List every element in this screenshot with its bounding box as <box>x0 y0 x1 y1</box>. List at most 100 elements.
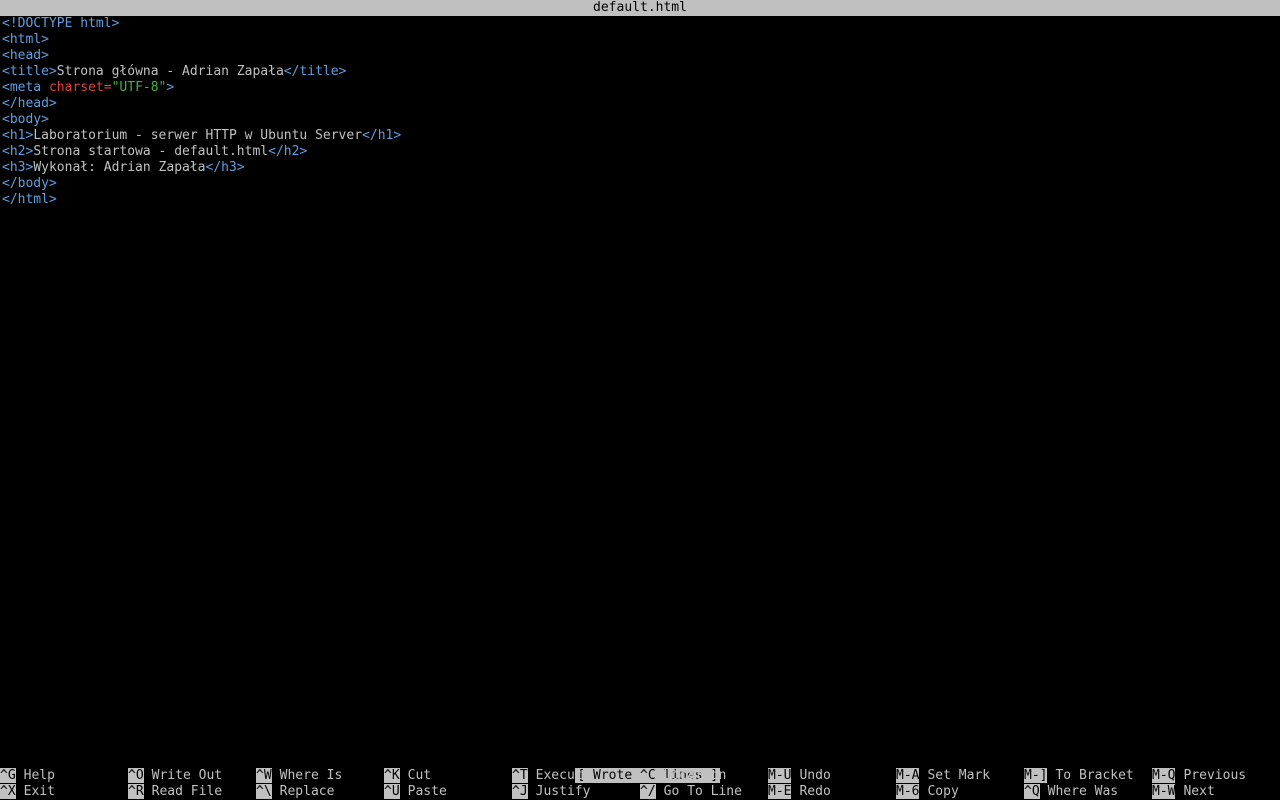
code-token: Strona główna - Adrian Zapała <box>56 64 284 79</box>
code-token: </h1> <box>362 128 402 143</box>
shortcut-label: To Bracket <box>1055 768 1134 783</box>
code-line[interactable]: <body> <box>0 112 1280 128</box>
code-token: Strona startowa - default.html <box>33 144 269 159</box>
code-token: <h1> <box>2 128 34 143</box>
shortcut-label: Copy <box>927 784 959 799</box>
shortcut-execute[interactable]: ^T Execute <box>512 768 590 784</box>
code-line[interactable]: <head> <box>0 48 1280 64</box>
shortcut-cut[interactable]: ^K Cut <box>384 768 431 784</box>
shortcut-label: Paste <box>407 784 447 799</box>
shortcut-key: ^Q <box>1024 784 1040 799</box>
shortcut-label: Next <box>1183 784 1215 799</box>
shortcut-key: M-6 <box>896 784 920 799</box>
shortcut-key: ^\ <box>256 784 272 799</box>
shortcut-label: Justify <box>535 784 591 799</box>
code-token: > <box>166 80 175 95</box>
shortcut-label: Replace <box>279 784 335 799</box>
code-line[interactable]: </head> <box>0 96 1280 112</box>
shortcut-label: Undo <box>799 768 831 783</box>
code-token: <h3> <box>2 160 34 175</box>
code-token: <title> <box>2 64 57 79</box>
code-token: </h2> <box>268 144 308 159</box>
code-line[interactable]: <meta charset="UTF-8"> <box>0 80 1280 96</box>
status-line: [ Wrote 12 lines ] <box>0 752 1280 783</box>
shortcut-previous[interactable]: M-Q Previous <box>1152 768 1246 784</box>
code-token: <meta <box>2 80 49 95</box>
shortcut-key: M-W <box>1152 784 1176 799</box>
shortcut-label: Location <box>663 768 727 783</box>
code-line[interactable]: <!DOCTYPE html> <box>0 16 1280 32</box>
shortcut-label: Exit <box>23 784 55 799</box>
code-token: <h2> <box>2 144 34 159</box>
code-line[interactable]: <title>Strona główna - Adrian Zapała</ti… <box>0 64 1280 80</box>
shortcut-redo[interactable]: M-E Redo <box>768 784 831 800</box>
code-token: charset= <box>48 80 112 95</box>
shortcut-justify[interactable]: ^J Justify <box>512 784 590 800</box>
shortcut-key: M-E <box>768 784 792 799</box>
shortcut-key: ^O <box>128 768 144 783</box>
shortcut-replace[interactable]: ^\ Replace <box>256 784 334 800</box>
shortcut-label: Read File <box>151 784 223 799</box>
shortcut-key: ^R <box>128 784 144 799</box>
shortcut-key: M-] <box>1024 768 1048 783</box>
shortcut-location[interactable]: ^C Location <box>640 768 726 784</box>
shortcut-label: Execute <box>535 768 591 783</box>
code-token: </title> <box>283 64 347 79</box>
code-token: </html> <box>2 192 57 207</box>
shortcut-label: Where Was <box>1047 784 1119 799</box>
shortcut-label: Redo <box>799 784 831 799</box>
code-token: </body> <box>2 176 57 191</box>
code-token: Wykonał: Adrian Zapała <box>33 160 206 175</box>
code-line[interactable]: <h2>Strona startowa - default.html</h2> <box>0 144 1280 160</box>
code-token: <body> <box>2 112 49 127</box>
shortcut-label: Set Mark <box>927 768 991 783</box>
shortcut-help[interactable]: ^G Help <box>0 768 55 784</box>
code-token: Laboratorium - serwer HTTP w Ubuntu Serv… <box>33 128 363 143</box>
code-token: </h3> <box>205 160 245 175</box>
shortcut-key: ^U <box>384 784 400 799</box>
shortcut-key: ^C <box>640 768 656 783</box>
code-line[interactable]: </body> <box>0 176 1280 192</box>
shortcut-label: Go To Line <box>663 784 742 799</box>
file-name: default.html <box>593 0 687 15</box>
shortcut-key: ^J <box>512 784 528 799</box>
shortcut-undo[interactable]: M-U Undo <box>768 768 831 784</box>
shortcut-where-is[interactable]: ^W Where Is <box>256 768 342 784</box>
title-bar: default.html GNU nano 7.2 <box>0 0 1280 47</box>
code-line[interactable]: <h3>Wykonał: Adrian Zapała</h3> <box>0 160 1280 176</box>
shortcut-write-out[interactable]: ^O Write Out <box>128 768 222 784</box>
shortcut-row-1: ^G Help ^O Write Out ^W Where Is ^K Cut ^T Execut… <box>0 768 1280 784</box>
shortcut-key: ^X <box>0 784 16 799</box>
code-token: "UTF-8" <box>111 80 167 95</box>
code-token: </head> <box>2 96 57 111</box>
code-token: <head> <box>2 48 49 63</box>
shortcut-key: ^G <box>0 768 16 783</box>
shortcut-label: Where Is <box>279 768 343 783</box>
shortcut-key: M-A <box>896 768 920 783</box>
shortcut-key: ^T <box>512 768 528 783</box>
shortcut-key: M-U <box>768 768 792 783</box>
code-line[interactable]: </html> <box>0 192 1280 208</box>
shortcut-label: Help <box>23 768 55 783</box>
shortcut-key: ^W <box>256 768 272 783</box>
shortcut-key: M-Q <box>1152 768 1176 783</box>
shortcut-read-file[interactable]: ^R Read File <box>128 784 222 800</box>
shortcut-copy[interactable]: M-6 Copy <box>896 784 959 800</box>
code-token: <!DOCTYPE html> <box>2 16 120 31</box>
shortcut-go-to-line[interactable]: ^/ Go To Line <box>640 784 742 800</box>
shortcut-set-mark[interactable]: M-A Set Mark <box>896 768 990 784</box>
editor-area[interactable]: <!DOCTYPE html> <html> <head> <title>Strona… <box>0 16 1280 752</box>
shortcut-key: ^/ <box>640 784 656 799</box>
shortcut-where-was[interactable]: ^Q Where Was <box>1024 784 1118 800</box>
shortcut-row-2: ^X Exit ^R Read File ^\ Replace ^U Paste ^J Justi… <box>0 784 1280 800</box>
shortcut-to-bracket[interactable]: M-] To Bracket <box>1024 768 1134 784</box>
shortcut-paste[interactable]: ^U Paste <box>384 784 447 800</box>
shortcut-label: Cut <box>407 768 432 783</box>
code-token: <html> <box>2 32 49 47</box>
shortcut-label: Write Out <box>151 768 223 783</box>
shortcut-label: Previous <box>1183 768 1247 783</box>
shortcut-exit[interactable]: ^X Exit <box>0 784 55 800</box>
shortcut-next[interactable]: M-W Next <box>1152 784 1215 800</box>
code-line[interactable]: <h1>Laboratorium - serwer HTTP w Ubuntu … <box>0 128 1280 144</box>
code-line[interactable]: <html> <box>0 32 1280 48</box>
